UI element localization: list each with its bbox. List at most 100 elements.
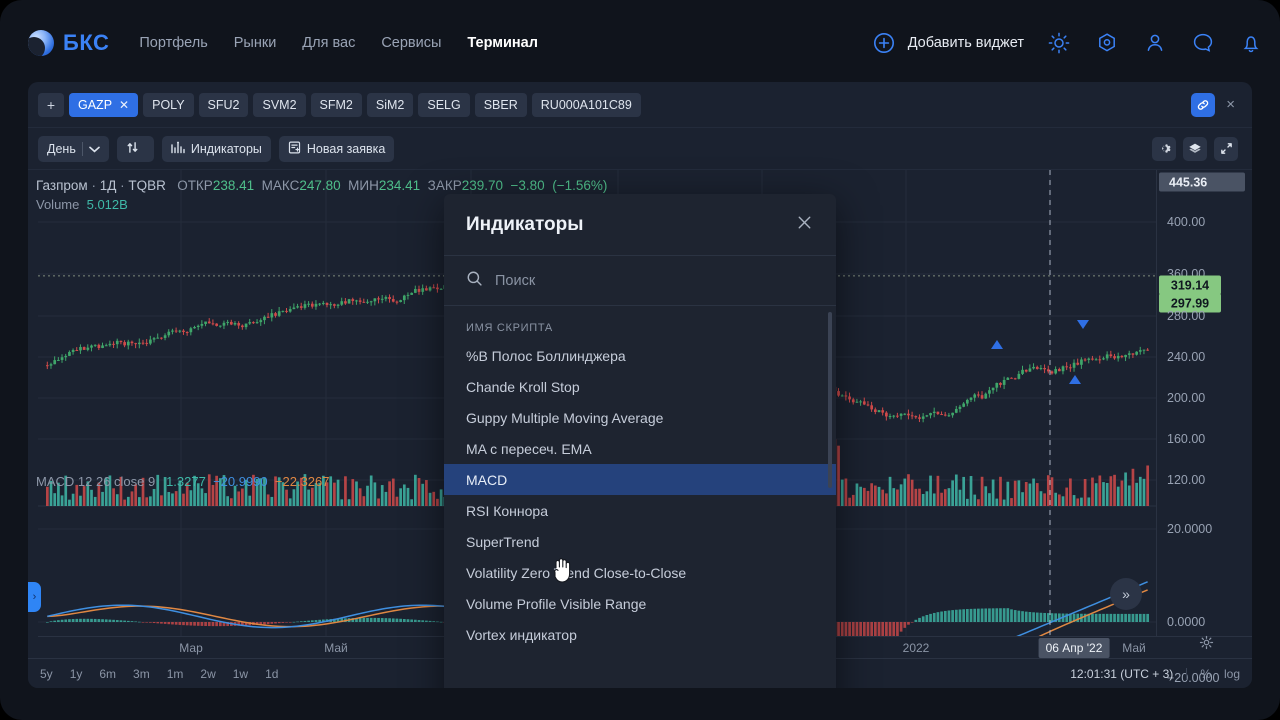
percent-scale-button[interactable]: % — [1200, 667, 1211, 681]
price-badge-319: 319.14 — [1159, 275, 1221, 295]
list-scrollbar[interactable] — [828, 312, 832, 488]
layers-icon[interactable] — [1183, 136, 1207, 161]
toolbar-right-actions — [1152, 136, 1242, 161]
app-window: БКС Портфель Рынки Для вас Сервисы Терми… — [0, 0, 1280, 720]
list-item[interactable]: RSI Коннора — [444, 495, 836, 526]
divider — [81, 141, 83, 156]
bell-icon[interactable] — [1238, 30, 1264, 56]
ticker-tab-svm2[interactable]: SVM2 — [253, 92, 306, 117]
list-item[interactable]: SuperTrend — [444, 526, 836, 557]
add-widget-label: Добавить виджет — [907, 35, 1024, 51]
volume-legend: Volume 5.012B — [36, 197, 128, 212]
modal-title: Индикаторы — [466, 213, 584, 235]
compare-button[interactable] — [116, 135, 154, 162]
indicators-button[interactable]: Индикаторы — [161, 135, 271, 162]
clock-label: 12:01:31 (UTC + 3) — [1070, 666, 1174, 681]
list-item[interactable]: MA с пересеч. EMA — [444, 433, 836, 464]
modal-close-icon[interactable] — [795, 213, 814, 236]
add-ticker-button[interactable]: + — [38, 92, 64, 117]
new-order-button[interactable]: Новая заявка — [278, 135, 395, 162]
chart-toolbar: День Индикаторы Новая заявка — [28, 128, 1252, 170]
ticker-tab-sfm2[interactable]: SFM2 — [310, 92, 362, 117]
macd-tick-20: 20.0000 — [1167, 522, 1213, 536]
close-icon[interactable]: ✕ — [119, 98, 129, 112]
ticker-tab-sfu2[interactable]: SFU2 — [198, 92, 249, 117]
macd-value-hist: 1.3277 — [166, 474, 206, 489]
range-2w[interactable]: 2w — [200, 667, 215, 681]
volume-value: 5.012B — [86, 197, 128, 212]
range-5y[interactable]: 5y — [40, 667, 53, 681]
fullscreen-icon[interactable] — [1214, 136, 1238, 161]
search-input[interactable]: Поиск — [495, 273, 535, 289]
volume-label: Volume — [36, 197, 80, 212]
new-order-icon — [288, 141, 301, 157]
log-scale-button[interactable]: log — [1224, 667, 1240, 681]
chat-icon[interactable] — [1190, 30, 1216, 56]
ticker-tab-poly[interactable]: POLY — [143, 92, 194, 117]
timeframe-selector[interactable]: День — [38, 135, 109, 162]
link-icon[interactable] — [1191, 92, 1216, 117]
add-widget-button[interactable]: Добавить виджет — [871, 30, 1024, 56]
plus-circle-icon — [871, 30, 897, 56]
panel-close-icon[interactable]: × — [1223, 96, 1238, 113]
list-item[interactable]: Volatility Zero Trend Close-to-Close — [444, 557, 836, 588]
nav-item-services[interactable]: Сервисы — [381, 35, 441, 51]
ticker-tab-gazp[interactable]: GAZP ✕ — [69, 92, 139, 117]
price-tick-200: 200.00 — [1167, 391, 1206, 405]
list-column-header: ИМЯ СКРИПТА — [466, 322, 553, 334]
range-3m[interactable]: 3m — [133, 667, 150, 681]
compare-icon — [126, 141, 139, 157]
timeframe-label: День — [47, 141, 76, 156]
time-tick-mar: Мар — [179, 641, 203, 655]
list-item[interactable]: Volume Profile Visible Range — [444, 588, 836, 619]
price-tick-240: 240.00 — [1167, 350, 1206, 364]
ticker-tab-sim2[interactable]: SiM2 — [366, 92, 414, 117]
time-tick-may2: Май — [1122, 641, 1146, 655]
search-icon — [466, 270, 483, 292]
crosshair-price-badge: 445.36 — [1159, 172, 1245, 192]
user-icon[interactable] — [1142, 30, 1168, 56]
list-item[interactable]: %B Полос Боллинджера — [444, 340, 836, 371]
indicator-list[interactable]: ИМЯ СКРИПТА %B Полос Боллинджера Chande … — [444, 306, 836, 688]
ticker-tab-sber[interactable]: SBER — [474, 92, 527, 117]
list-item[interactable]: Chande Kroll Stop — [444, 371, 836, 402]
nav-item-for-you[interactable]: Для вас — [302, 35, 355, 51]
indicators-label: Индикаторы — [190, 141, 262, 156]
ticker-tab-selg[interactable]: SELG — [418, 92, 470, 117]
hexagon-settings-icon[interactable] — [1094, 30, 1120, 56]
price-tick-280: 280.00 — [1167, 309, 1206, 323]
macd-legend: MACD 12 26 close 9 1.3277 −20.9990 −22.3… — [36, 474, 330, 489]
left-panel-handle[interactable]: › — [28, 582, 41, 612]
ticker-label: GAZP — [78, 97, 113, 112]
bcs-logo-icon — [28, 30, 54, 56]
list-item[interactable]: Vortex индикатор — [444, 619, 836, 650]
brightness-icon[interactable] — [1046, 30, 1072, 56]
ticker-tab-ru000a101c89[interactable]: RU000A101C89 — [531, 92, 641, 117]
range-6m[interactable]: 6m — [99, 667, 116, 681]
range-1m[interactable]: 1m — [167, 667, 184, 681]
list-item[interactable]: Guppy Multiple Moving Average — [444, 402, 836, 433]
status-right: 12:01:31 (UTC + 3) % log — [1070, 667, 1240, 681]
crosshair-time-badge: 06 Апр '22 — [1038, 638, 1110, 658]
modal-search-row[interactable]: Поиск — [444, 256, 836, 306]
chart-settings-icon[interactable] — [1152, 136, 1176, 161]
macd-value-line: −20.9990 — [213, 474, 268, 489]
expand-right-button[interactable]: » — [1110, 578, 1142, 610]
nav-item-markets[interactable]: Рынки — [234, 35, 277, 51]
range-1d[interactable]: 1d — [265, 667, 278, 681]
brand-logo-group[interactable]: БКС — [28, 30, 109, 56]
price-axis[interactable]: 445.36 400.00 360.00 319.14 297.99 280.0… — [1156, 170, 1252, 685]
nav-item-portfolio[interactable]: Портфель — [139, 35, 207, 51]
price-tick-400: 400.00 — [1167, 215, 1206, 229]
new-order-label: Новая заявка — [306, 141, 386, 156]
terminal-widget-panel: + GAZP ✕ POLY SFU2 SVM2 SFM2 SiM2 SELG S… — [28, 82, 1252, 688]
ticker-row-actions: × — [1191, 92, 1242, 117]
indicators-icon — [171, 141, 185, 157]
range-1y[interactable]: 1y — [70, 667, 83, 681]
top-navigation: БКС Портфель Рынки Для вас Сервисы Терми… — [28, 18, 1280, 68]
list-item-macd[interactable]: MACD — [444, 464, 836, 495]
nav-item-terminal[interactable]: Терминал — [467, 35, 538, 51]
range-1w[interactable]: 1w — [233, 667, 248, 681]
brand-name: БКС — [63, 30, 110, 55]
time-axis-gear-icon[interactable] — [1199, 635, 1214, 655]
